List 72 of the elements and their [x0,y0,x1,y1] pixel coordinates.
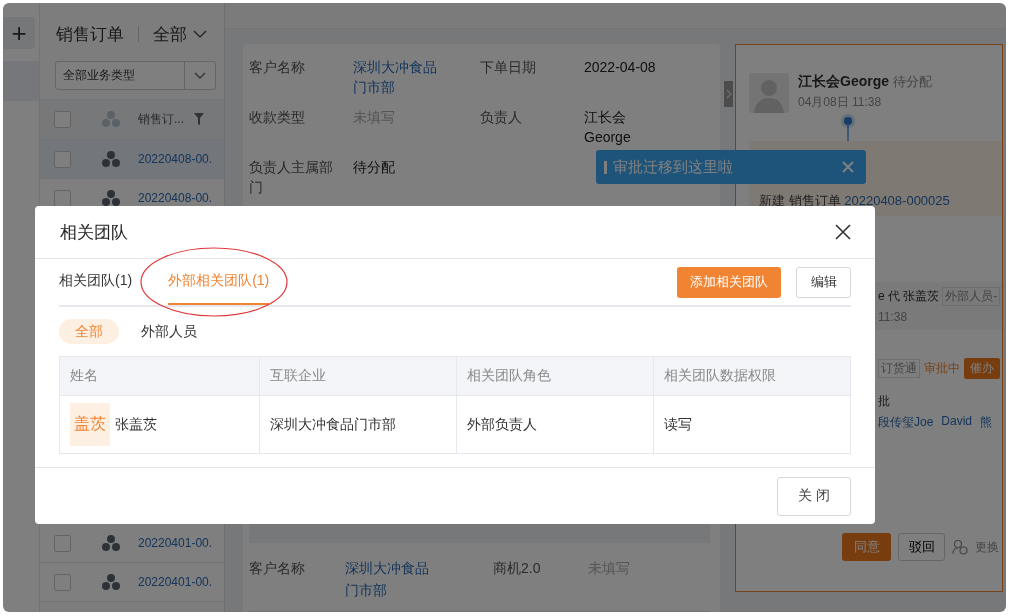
collapse-handle[interactable] [724,81,733,107]
field-label: 负责人 [480,108,522,127]
close-icon[interactable] [835,224,851,240]
stage-label: 批 [877,393,891,410]
checkbox[interactable] [54,110,71,128]
agree-button[interactable]: 同意 [842,533,891,561]
field-value: 待分配 [353,158,395,177]
add-button[interactable]: + [3,17,35,49]
column-header[interactable]: 销售订... [138,110,184,128]
order-number-link[interactable]: 20220408-00. [138,152,213,166]
field-label: 客户名称 [249,58,305,77]
remind-button[interactable]: 催办 [964,358,1000,379]
column-header: 相关团队角色 [456,357,653,395]
approver-name[interactable]: 熊 [980,414,993,431]
dialog-title: 相关团队 [60,221,128,244]
team-icon [101,189,121,207]
list-title: 销售订单 [56,23,124,46]
checkbox[interactable] [54,534,71,552]
field-value[interactable]: 深圳大冲食品门市部 [353,57,439,97]
filter-pill[interactable]: 外部人员 [125,319,213,344]
field-value: 江长会George [584,108,632,147]
edit-button[interactable]: 编辑 [796,266,851,298]
add-team-button[interactable]: 添加相关团队 [677,266,781,298]
column-header: 互联企业 [259,357,456,395]
person-swap-icon [952,539,968,555]
tooltip-text: 审批迁移到这里啦 [613,157,734,177]
column-header: 姓名 [69,366,99,385]
team-icon [101,573,121,591]
scope-dropdown[interactable]: 全部 [153,22,207,46]
filter-icon[interactable] [194,113,204,125]
checkbox[interactable] [54,573,71,591]
avatar-chip: 盖茨 [70,403,110,446]
field-label: 负责人主属部门 [249,158,334,197]
chevron-down-icon [194,71,206,80]
approval-state: 审批中 [924,360,960,377]
order-number-link[interactable]: 20220401-00. [138,575,213,589]
close-button[interactable]: 关 闭 [777,476,851,516]
approver-name[interactable]: David [941,414,973,431]
approval-subtitle: 新建 销售订单 20220408-000025 [759,192,951,210]
field-label: 收款类型 [249,108,305,127]
user-name: 江长会George [798,73,889,89]
filter-pill[interactable]: 全部 [59,319,119,344]
team-icon [101,534,121,552]
team-icon [101,110,121,128]
step-actor: e 代 张盖茨 [878,288,940,305]
checkbox[interactable] [54,189,71,207]
member-name: 张盖茨 [115,415,157,434]
approver-name[interactable]: 段传玺Joe [878,414,934,431]
timestamp: 04月08日 11:38 [798,94,883,111]
field-value[interactable]: 深圳大冲食品门市部 [345,557,431,601]
table-cell: 读写 [653,396,850,453]
tab[interactable]: 相关团队(1) [59,259,133,305]
reject-button[interactable]: 驳回 [898,533,945,561]
user-status: 待分配 [892,74,932,89]
table-cell: 深圳大冲食品门市部 [259,396,456,453]
table-cell: 外部负责人 [456,396,653,453]
column-header: 相关团队数据权限 [653,357,850,395]
field-label: 客户名称 [249,559,305,578]
field-label: 商机2.0 [493,559,541,578]
checkbox[interactable] [54,150,71,168]
order-number-link[interactable]: 20220408-00. [138,191,213,205]
type-select[interactable]: 全部业务类型 [55,61,216,90]
chevron-down-icon [193,29,207,39]
team-icon [101,150,121,168]
field-label: 下单日期 [480,58,536,77]
avatar-icon [749,73,789,113]
sidebar-item[interactable] [3,61,39,101]
order-link[interactable]: 20220408-000025 [844,193,950,208]
order-number-link[interactable]: 20220401-00. [138,536,213,550]
timeline-dot-icon [840,113,856,141]
list-row[interactable]: 20220408-00. [40,140,224,179]
field-value: 2022-04-08 [584,58,656,77]
